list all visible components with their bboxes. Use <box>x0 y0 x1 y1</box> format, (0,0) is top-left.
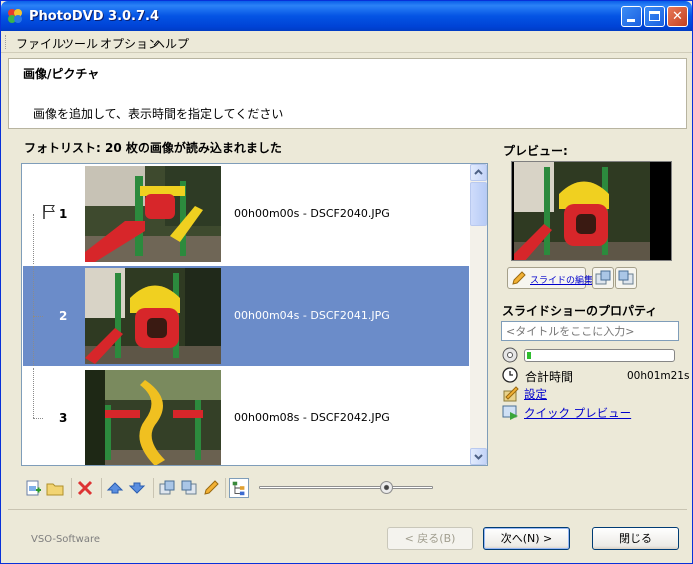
step-title: 画像/ピクチャ <box>23 67 100 81</box>
tree-line <box>33 214 34 264</box>
minimize-icon <box>627 19 635 22</box>
rotate-right-icon[interactable] <box>179 478 199 498</box>
slide-back-icon <box>595 270 611 285</box>
photo-thumbnail <box>85 166 221 262</box>
photo-number: 3 <box>59 411 68 425</box>
photo-caption: 00h00m08s - DSCF2042.JPG <box>234 411 390 424</box>
app-icon <box>8 9 22 23</box>
settings-link[interactable]: 設定 <box>524 386 547 402</box>
toolbar-separator <box>225 478 226 498</box>
toolbar-separator <box>153 478 154 498</box>
scroll-down-button[interactable] <box>470 448 487 465</box>
slideshow-properties-label: スライドショーのプロパティ <box>502 304 658 318</box>
add-folder-icon[interactable] <box>45 478 65 498</box>
total-time-label: 合計時間 <box>525 370 574 384</box>
preview-label: プレビュー: <box>503 144 568 158</box>
tree-line <box>33 368 34 418</box>
zoom-slider-track[interactable] <box>259 486 433 489</box>
total-time-value: 00h01m21s <box>627 370 690 382</box>
slide-forward-icon <box>618 270 634 285</box>
tree-branch <box>33 418 43 419</box>
photo-list-label: フォトリスト: 20 枚の画像が読み込まれました <box>24 141 282 155</box>
next-slide-button[interactable] <box>615 267 637 289</box>
zoom-slider-knob[interactable] <box>380 481 393 494</box>
photo-number: 1 <box>59 207 68 221</box>
menu-help[interactable]: ヘルプ <box>153 35 189 52</box>
move-up-icon[interactable] <box>105 478 125 498</box>
toolbar-separator <box>71 478 72 498</box>
tree-branch <box>33 316 43 317</box>
close-window-button[interactable]: ✕ <box>667 6 688 27</box>
maximize-button[interactable] <box>644 6 665 27</box>
back-button[interactable]: < 戻る(B) <box>387 527 473 550</box>
photo-caption: 00h00m04s - DSCF2041.JPG <box>234 309 390 322</box>
title-bar[interactable]: PhotoDVD 3.0.7.4 ✕ <box>1 1 692 31</box>
flag-icon <box>43 205 55 219</box>
settings-link-row[interactable]: 設定 <box>502 385 692 403</box>
footer-divider <box>8 509 687 510</box>
photo-thumbnail <box>85 370 221 465</box>
tree-view-icon[interactable] <box>229 478 249 498</box>
photo-row-2[interactable]: 2 00h00m04s - DSCF2041.JPG <box>23 266 469 366</box>
clock-icon <box>502 367 518 383</box>
main-window: PhotoDVD 3.0.7.4 ✕ ファイル ツール オプション ヘルプ 画像… <box>0 0 693 564</box>
chevron-down-icon <box>474 454 483 460</box>
step-header: 画像/ピクチャ 画像を追加して、表示時間を指定してください <box>8 58 687 129</box>
quick-preview-link-row[interactable]: クイック プレビュー <box>502 404 692 422</box>
step-description: 画像を追加して、表示時間を指定してください <box>33 107 284 121</box>
chevron-up-icon <box>474 169 483 175</box>
slideshow-title-input[interactable] <box>501 321 679 341</box>
photo-caption: 00h00m00s - DSCF2040.JPG <box>234 207 390 220</box>
window-title: PhotoDVD 3.0.7.4 <box>29 9 160 24</box>
edit-slide-button[interactable]: スライドの編集 <box>507 267 593 289</box>
preview-image <box>511 161 672 261</box>
minimize-button[interactable] <box>621 6 642 27</box>
pencil-icon <box>512 271 526 285</box>
edit-slide-label: スライドの編集 <box>530 276 594 286</box>
quick-preview-link[interactable]: クイック プレビュー <box>524 405 631 421</box>
menu-file[interactable]: ファイル <box>16 35 64 52</box>
settings-icon <box>503 386 519 402</box>
add-image-icon[interactable] <box>23 478 43 498</box>
menu-bar: ファイル ツール オプション ヘルプ <box>1 31 692 53</box>
disc-icon <box>502 347 518 363</box>
edit-pencil-icon[interactable] <box>201 478 221 498</box>
maximize-icon <box>649 11 660 21</box>
close-icon: ✕ <box>672 9 683 24</box>
prev-slide-button[interactable] <box>592 267 614 289</box>
menu-grip <box>5 35 7 49</box>
photo-list[interactable]: 1 00h00m00s - DSCF2040.JPG 2 00h00m04s -… <box>21 163 488 466</box>
photo-number: 2 <box>59 309 68 323</box>
menu-options[interactable]: オプション <box>100 35 160 52</box>
disc-usage-bar <box>524 349 675 362</box>
toolbar-separator <box>101 478 102 498</box>
quick-preview-icon <box>502 405 518 420</box>
rotate-left-icon[interactable] <box>157 478 177 498</box>
photo-list-scrollbar[interactable] <box>470 164 487 465</box>
delete-icon[interactable] <box>75 478 95 498</box>
scroll-up-button[interactable] <box>470 164 487 181</box>
photo-row-1[interactable]: 1 00h00m00s - DSCF2040.JPG <box>23 164 469 264</box>
photo-toolbar <box>21 476 441 500</box>
photo-thumbnail <box>85 268 221 364</box>
scroll-thumb[interactable] <box>470 182 487 226</box>
photo-row-3[interactable]: 3 00h00m08s - DSCF2042.JPG <box>23 368 469 465</box>
next-button[interactable]: 次へ(N) > <box>483 527 570 550</box>
disc-usage-fill <box>527 352 531 359</box>
brand-label: VSO-Software <box>31 534 101 545</box>
close-button[interactable]: 閉じる <box>592 527 679 550</box>
menu-tools[interactable]: ツール <box>62 35 98 52</box>
move-down-icon[interactable] <box>127 478 147 498</box>
